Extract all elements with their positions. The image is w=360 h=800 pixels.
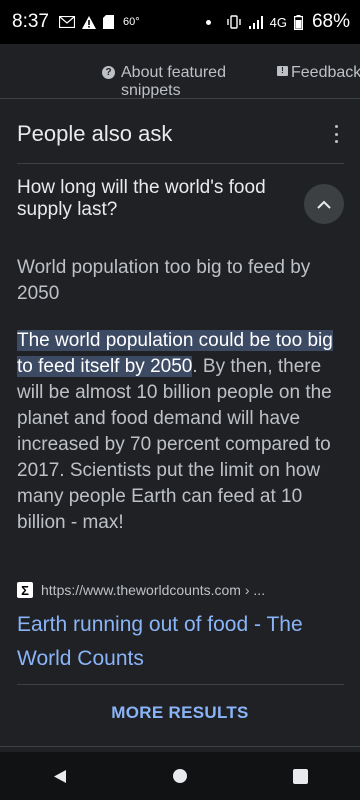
vibrate-icon [226,15,242,29]
battery-icon [293,14,303,30]
recents-square-icon [292,768,308,784]
answer-heading: World population too big to feed by 2050 [17,257,311,304]
more-results-button[interactable]: MORE RESULTS [0,703,360,723]
feedback-icon: ! [277,66,288,76]
featured-snippet-bar: ? About featured snippets ! Feedback [0,44,360,98]
feedback-label: Feedback [291,64,360,81]
more-options-icon[interactable] [328,125,344,143]
source-row[interactable]: Σ https://www.theworldcounts.com › ... [17,582,265,598]
collapse-button[interactable] [304,184,344,224]
divider [17,684,344,685]
recents-button[interactable] [276,756,324,796]
result-title-link[interactable]: Earth running out of food - The World Co… [17,608,337,676]
back-triangle-icon [54,769,66,783]
feedback-link[interactable]: ! Feedback [277,64,360,82]
divider [0,98,360,99]
network-type: 4G [269,14,287,30]
status-time: 8:37 [12,11,49,32]
navigation-bar [0,752,360,800]
question-text[interactable]: How long will the world's food supply la… [17,177,287,221]
divider [0,746,360,747]
status-temperature: 60° [122,16,140,28]
battery-percentage: 68% [311,11,350,32]
signal-icon [248,15,263,29]
warning-icon [81,15,96,29]
people-also-ask-title: People also ask [17,121,173,146]
home-button[interactable] [156,756,204,796]
mail-icon [58,16,75,28]
help-icon: ? [102,66,115,79]
back-button[interactable] [36,756,84,796]
status-bar: 8:37 60° 4G 68% [0,0,360,44]
source-url: https://www.theworldcounts.com › ... [41,582,266,598]
screen: 8:37 60° 4G 68% ? About featured snippet… [0,0,360,800]
chevron-up-icon [317,200,331,209]
dot-icon [205,19,211,25]
sd-card-icon [102,15,114,29]
about-featured-snippets-label: About featured snippets [121,64,226,98]
status-icons-right: 4G 68% [205,11,350,33]
divider [17,163,344,164]
status-icons-left: 60° [58,15,140,29]
home-circle-icon [173,769,187,783]
answer-snippet: The world population could be too big to… [17,328,347,536]
site-favicon-icon: Σ [17,582,33,598]
about-featured-snippets-link[interactable]: ? About featured snippets [102,64,241,98]
answer-text: . By then, there will be almost 10 billi… [17,356,332,533]
